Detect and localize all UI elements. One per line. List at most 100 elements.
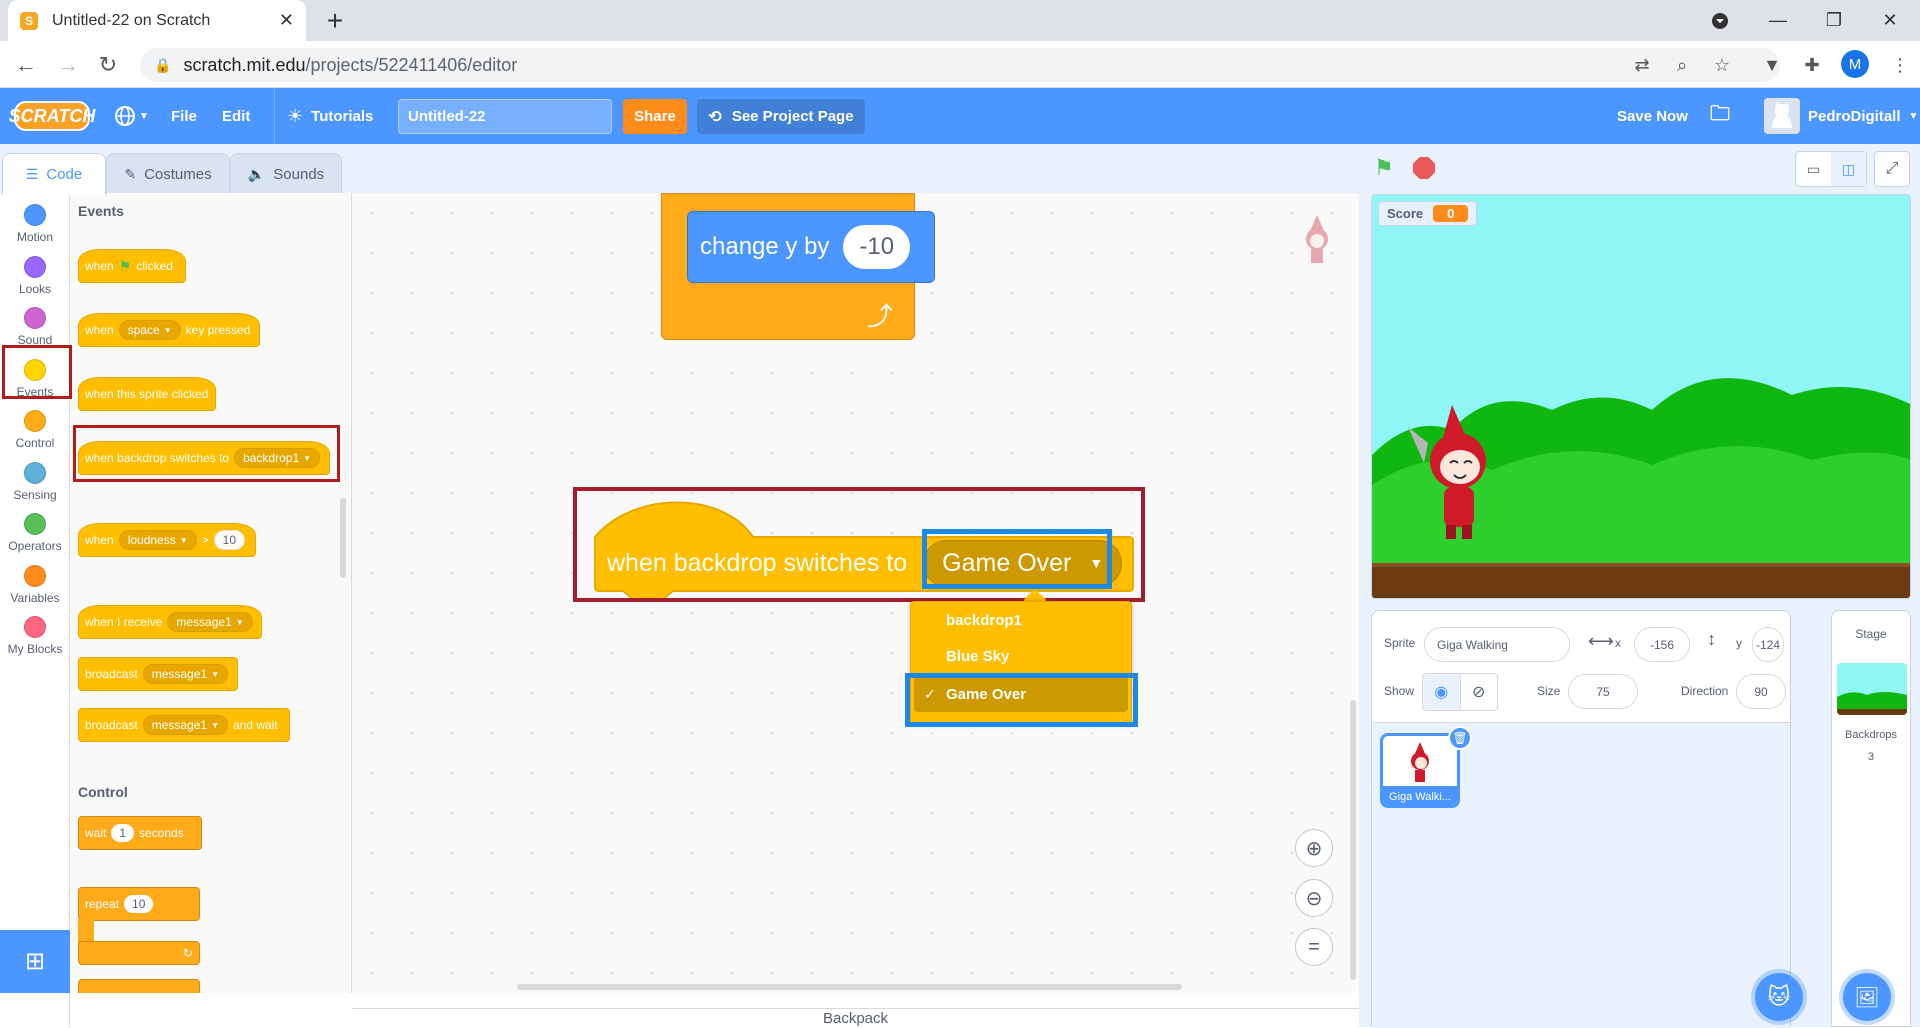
tab-sounds[interactable]: 🔈 Sounds — [230, 153, 342, 195]
tutorials-menu[interactable]: ☀ Tutorials — [274, 88, 373, 144]
user-avatar[interactable] — [1764, 98, 1800, 134]
zoom-icon[interactable]: ⌕ — [1668, 51, 1696, 79]
zoom-in-button[interactable]: ⊕ — [1295, 829, 1333, 867]
dropdown-option-backdrop1[interactable]: backdrop1 — [910, 602, 1130, 638]
account-menu[interactable]: PedroDigitall ▼ — [1808, 88, 1918, 144]
browser-tab[interactable]: S Untitled-22 on Scratch ✕ — [8, 0, 306, 41]
my-stuff-folder-icon[interactable]: 🗀 — [1710, 88, 1730, 144]
remix-arrows-icon: ⟲ — [708, 108, 722, 126]
broadcast-wait-dropdown[interactable]: message1 ▼ — [142, 715, 228, 735]
browser-menu-icon[interactable]: ⋮ — [1886, 51, 1914, 79]
category-sensing[interactable]: Sensing — [0, 457, 70, 507]
zoom-reset-button[interactable]: = — [1295, 928, 1333, 966]
sprite-name-input[interactable]: Giga Walking — [1424, 627, 1570, 662]
new-tab-icon[interactable]: + — [318, 4, 352, 38]
category-label: Sensing — [13, 487, 57, 502]
backdrops-count: 3 — [1867, 751, 1875, 763]
message-dropdown[interactable]: message1 ▼ — [167, 612, 253, 632]
tab-search-icon[interactable] — [1692, 0, 1748, 41]
loudness-number-input[interactable]: 10 — [213, 530, 246, 550]
save-now-button[interactable]: Save Now — [1617, 88, 1688, 144]
reload-icon[interactable]: ↻ — [92, 49, 124, 81]
when-flag-clicked-block[interactable]: when ⚑ clicked — [78, 249, 186, 283]
restore-icon[interactable]: ❐ — [1806, 0, 1862, 41]
share-button[interactable]: Share — [623, 99, 687, 134]
show-eye-icon[interactable]: ◉ — [1423, 674, 1460, 710]
normal-stage-icon[interactable]: ◫ — [1831, 152, 1866, 186]
see-project-page-button[interactable]: ⟲ See Project Page — [697, 99, 865, 134]
url-bar[interactable]: 🔒 scratch.mit.edu/projects/522411406/edi… — [140, 48, 1780, 82]
when-loudness-block[interactable]: when loudness ▼ > 10 — [78, 523, 256, 557]
script-vertical-scrollbar[interactable] — [1350, 700, 1356, 980]
close-window-icon[interactable]: ✕ — [1862, 0, 1918, 41]
wait-number-input[interactable]: 1 — [111, 824, 135, 842]
delete-sprite-icon[interactable]: 🗑 — [1448, 726, 1472, 750]
category-control[interactable]: Control — [0, 405, 70, 455]
small-stage-icon[interactable]: ▭ — [1796, 152, 1831, 186]
broadcast-block[interactable]: broadcast message1 ▼ — [78, 657, 238, 691]
close-tab-icon[interactable]: ✕ — [279, 10, 294, 31]
stage-backdrop-thumbnail[interactable] — [1837, 663, 1907, 715]
bookmark-star-icon[interactable]: ☆ — [1708, 51, 1736, 79]
category-my-blocks[interactable]: My Blocks — [0, 611, 70, 661]
key-dropdown[interactable]: space ▼ — [118, 320, 181, 340]
project-title-input[interactable]: Untitled-22 — [398, 99, 612, 134]
script-horizontal-scrollbar[interactable] — [517, 984, 1182, 990]
puzzle-icon[interactable]: ✚ — [1798, 51, 1826, 79]
x-position-input[interactable]: -156 — [1634, 627, 1690, 662]
zoom-out-button[interactable]: ⊖ — [1295, 879, 1333, 917]
language-menu[interactable]: ▼ — [114, 88, 149, 144]
fullscreen-icon[interactable]: ⤢ — [1874, 151, 1910, 187]
tab-code[interactable]: ☰ Code — [2, 153, 106, 195]
wait-seconds-block[interactable]: wait 1 seconds — [78, 816, 202, 850]
backpack-bar[interactable]: Backpack — [352, 1008, 1359, 1027]
back-icon[interactable]: ← — [10, 49, 42, 81]
stop-button[interactable] — [1413, 157, 1435, 179]
broadcast-and-wait-block[interactable]: broadcast message1 ▼ and wait — [78, 708, 290, 742]
category-looks[interactable]: Looks — [0, 251, 70, 301]
change-y-number-input[interactable]: -10 — [843, 225, 911, 269]
choose-sprite-button[interactable]: 🐱 — [1755, 973, 1803, 1021]
category-motion[interactable]: Motion — [0, 199, 70, 249]
forward-icon[interactable]: → — [52, 49, 84, 81]
sprite-thumbnail[interactable]: Giga Walki... — [1380, 733, 1460, 808]
y-position-input[interactable]: -124 — [1752, 627, 1784, 662]
tab-costumes[interactable]: ✎ Costumes — [106, 153, 230, 195]
extension-icon[interactable]: ▼ — [1758, 51, 1786, 79]
add-extension-icon: ⊞ — [24, 948, 46, 975]
add-extension-button[interactable]: ⊞ — [0, 930, 70, 993]
y-arrows-icon: ↕ — [1707, 629, 1716, 649]
choose-backdrop-button[interactable]: 🖼 — [1843, 973, 1891, 1021]
when-key-pressed-block[interactable]: when space ▼ key pressed — [78, 313, 260, 347]
repeat-number-input[interactable]: 10 — [124, 895, 154, 913]
hide-eye-icon[interactable]: ⊘ — [1459, 674, 1498, 710]
category-dot-icon — [24, 513, 46, 535]
when-sprite-clicked-block[interactable]: when this sprite clicked — [78, 377, 216, 411]
palette-scrollbar[interactable] — [340, 498, 346, 578]
green-flag-button[interactable]: ⚑ — [1374, 155, 1394, 181]
category-variables[interactable]: Variables — [0, 560, 70, 610]
category-label: Looks — [18, 281, 52, 296]
stage-canvas[interactable]: Score 0 — [1371, 194, 1911, 599]
broadcast-dropdown[interactable]: message1 ▼ — [142, 664, 228, 684]
repeat-block[interactable]: repeat 10 — [78, 887, 200, 921]
next-control-block[interactable] — [78, 979, 200, 993]
stage-selector-pane[interactable]: Stage Backdrops 3 🖼 — [1831, 610, 1911, 1027]
size-input[interactable]: 75 — [1568, 674, 1638, 709]
category-operators[interactable]: Operators — [0, 508, 70, 558]
direction-input[interactable]: 90 — [1736, 674, 1786, 709]
brush-icon: ✎ — [124, 166, 137, 182]
change-y-block[interactable]: change y by -10 — [687, 211, 935, 283]
profile-avatar[interactable]: M — [1841, 50, 1869, 78]
script-area[interactable]: change y by -10 ⤴ when backdrop switches… — [352, 193, 1359, 993]
dropdown-option-blue-sky[interactable]: Blue Sky — [910, 638, 1130, 674]
minimize-icon[interactable]: — — [1750, 0, 1806, 41]
scratch-logo[interactable]: SCRATCH — [9, 101, 95, 131]
caret-down-icon: ▼ — [179, 535, 188, 545]
when-i-receive-block[interactable]: when I receive message1 ▼ — [78, 605, 262, 639]
loudness-dropdown[interactable]: loudness ▼ — [118, 530, 197, 550]
translate-icon[interactable]: ⇄ — [1628, 51, 1656, 79]
lock-icon: 🔒 — [154, 56, 172, 73]
edit-menu[interactable]: Edit — [222, 88, 250, 144]
file-menu[interactable]: File — [171, 88, 197, 144]
